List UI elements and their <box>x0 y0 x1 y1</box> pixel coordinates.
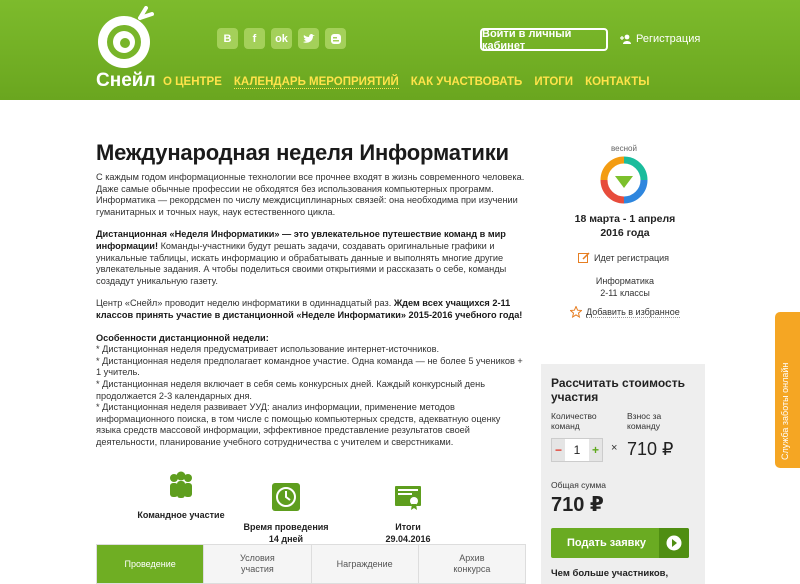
stat-duration-label: Время проведения 14 дней <box>243 522 329 544</box>
stat-team: Командное участие <box>136 470 226 521</box>
intro-paragraph: С каждым годом информационные технологии… <box>96 172 525 217</box>
nav-how-to[interactable]: КАК УЧАСТВОВАТЬ <box>411 76 523 89</box>
team-count-value[interactable]: 1 <box>565 439 589 461</box>
feature-item: * Дистанционная неделя предусматривает и… <box>96 344 440 355</box>
price-calculator: Рассчитать стоимость участия Количество … <box>541 364 705 584</box>
page-title: Международная неделя Информатики <box>96 140 509 165</box>
season-donut-icon <box>600 156 648 204</box>
blogger-icon[interactable] <box>325 28 346 49</box>
decrement-button[interactable]: − <box>552 439 565 461</box>
features-title: Особенности дистанционной недели: <box>96 332 269 343</box>
more-participants-text: Чем больше участников, <box>551 568 669 579</box>
event-dates: 18 марта - 1 апреля 2016 года <box>560 212 690 240</box>
multiply-sign: × <box>611 442 618 454</box>
tab-awards[interactable]: Награждение <box>312 545 419 583</box>
online-support-tab[interactable]: Служба заботы онлайн <box>775 312 800 468</box>
subject-grades: 2-11 классы <box>600 288 650 298</box>
twitter-icon[interactable] <box>298 28 319 49</box>
tab-conduct[interactable]: Проведение <box>97 545 205 583</box>
features-block: Особенности дистанционной недели: * Дист… <box>96 333 528 449</box>
subject-name: Информатика <box>595 276 655 286</box>
vk-icon[interactable]: B <box>217 28 238 49</box>
registration-status: Идет регистрация <box>578 252 669 264</box>
total-value: 710 ₽ <box>551 494 604 516</box>
feature-item: * Дистанционная неделя предполагает кома… <box>96 355 523 378</box>
stat-results-label: Итоги 29.04.2016 <box>385 522 431 544</box>
center-paragraph: Центр «Снейл» проводит неделю информатик… <box>96 298 528 321</box>
tab-conditions[interactable]: Условия участия <box>204 545 312 583</box>
stat-team-label: Командное участие <box>137 510 225 520</box>
snail-logo-icon[interactable] <box>96 6 156 70</box>
nav-calendar[interactable]: КАЛЕНДАРЬ МЕРОПРИЯТИЙ <box>233 76 399 89</box>
odnoklassniki-icon[interactable]: ok <box>271 28 292 49</box>
registration-status-text: Идет регистрация <box>594 253 670 263</box>
logo-text[interactable]: Снейл <box>96 70 156 92</box>
support-label: Служба заботы онлайн <box>780 362 790 460</box>
arrow-right-icon <box>659 528 689 558</box>
season-label: весной <box>611 144 637 153</box>
facebook-icon[interactable]: f <box>244 28 265 49</box>
team-count-label: Количество команд <box>551 411 597 431</box>
add-to-favorites[interactable]: Добавить в избранное <box>570 306 680 318</box>
register-link[interactable]: Регистрация <box>620 33 700 45</box>
date-year: 2016 года <box>600 227 650 239</box>
feature-item: * Дистанционная неделя включает в себя с… <box>96 378 485 401</box>
certificate-icon <box>395 486 421 510</box>
nav-contacts[interactable]: КОНТАКТЫ <box>585 76 649 89</box>
feature-item: * Дистанционная неделя развивает УУД: ан… <box>96 402 501 447</box>
nav-results[interactable]: ИТОГИ <box>534 76 573 89</box>
favorites-label: Добавить в избранное <box>586 306 680 318</box>
site-header: Снейл B f ok Войти в личный кабинет Реги… <box>0 0 800 100</box>
calculator-title: Рассчитать стоимость участия <box>551 376 685 404</box>
event-stats: Командное участие Время проведения 14 дн… <box>96 470 528 544</box>
edit-icon <box>578 252 590 263</box>
main-nav: О ЦЕНТРЕ КАЛЕНДАРЬ МЕРОПРИЯТИЙ КАК УЧАСТ… <box>163 76 650 89</box>
center-text: Центр «Снейл» проводит неделю информатик… <box>96 298 394 309</box>
tab-archive[interactable]: Архив конкурса <box>419 545 525 583</box>
submit-label: Подать заявку <box>567 537 647 549</box>
article-body: С каждым годом информационные технологии… <box>96 172 528 448</box>
clock-icon <box>272 483 300 511</box>
star-icon <box>570 306 582 318</box>
team-icon <box>170 471 192 498</box>
user-plus-icon <box>620 34 631 44</box>
subject-info: Информатика 2-11 классы <box>560 275 690 299</box>
team-fee-label: Взнос за команду <box>627 411 662 431</box>
register-label: Регистрация <box>636 33 701 45</box>
social-links: B f ok <box>217 28 346 49</box>
submit-application-button[interactable]: Подать заявку <box>551 528 689 558</box>
team-count-stepper[interactable]: − 1 + <box>551 438 603 462</box>
total-label: Общая сумма <box>551 480 606 490</box>
description-paragraph: Дистанционная «Неделя Информатики» — это… <box>96 229 528 287</box>
event-tabs: Проведение Условия участия Награждение А… <box>96 544 526 584</box>
increment-button[interactable]: + <box>589 439 602 461</box>
team-fee-value: 710 ₽ <box>627 439 674 459</box>
login-button[interactable]: Войти в личный кабинет <box>480 28 608 52</box>
description-text: Команды-участники будут решать задачи, с… <box>96 240 507 286</box>
date-range: 18 марта - 1 апреля <box>574 213 676 225</box>
nav-about[interactable]: О ЦЕНТРЕ <box>163 76 222 89</box>
